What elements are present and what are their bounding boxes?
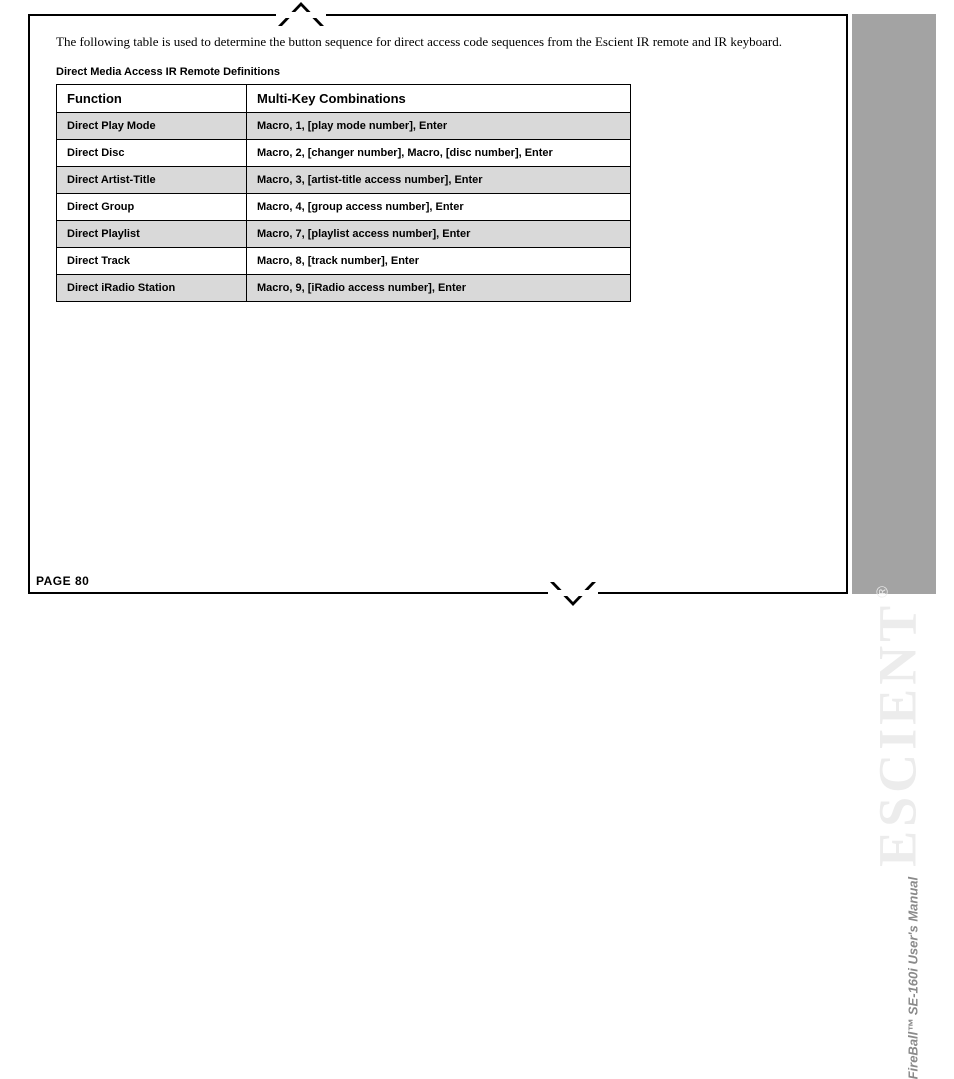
table-row: Direct iRadio Station Macro, 9, [iRadio … — [57, 275, 631, 302]
table-row: Direct Play Mode Macro, 1, [play mode nu… — [57, 113, 631, 140]
cell-combo: Macro, 9, [iRadio access number], Enter — [247, 275, 631, 302]
document-page: The following table is used to determine… — [28, 14, 848, 594]
col-combinations: Multi-Key Combinations — [247, 85, 631, 113]
table-row: Direct Disc Macro, 2, [changer number], … — [57, 140, 631, 167]
cell-combo: Macro, 7, [playlist access number], Ente… — [247, 221, 631, 248]
product-subtitle: FireBall™ SE-160i User's Manual — [905, 877, 920, 1079]
registered-icon: ® — [874, 586, 892, 598]
cell-fn: Direct Artist-Title — [57, 167, 247, 194]
cell-combo: Macro, 4, [group access number], Enter — [247, 194, 631, 221]
table-row: Direct Artist-Title Macro, 3, [artist-ti… — [57, 167, 631, 194]
table-row: Direct Playlist Macro, 7, [playlist acce… — [57, 221, 631, 248]
cell-fn: Direct iRadio Station — [57, 275, 247, 302]
intro-text: The following table is used to determine… — [56, 34, 820, 50]
top-notch — [278, 14, 324, 38]
page-content: The following table is used to determine… — [30, 16, 846, 302]
bottom-notch — [550, 570, 596, 594]
cell-fn: Direct Track — [57, 248, 247, 275]
brand-sidebar: FireBall™ SE-160i User's Manual ESCIENT … — [852, 14, 936, 594]
cell-combo: Macro, 3, [artist-title access number], … — [247, 167, 631, 194]
cell-combo: Macro, 8, [track number], Enter — [247, 248, 631, 275]
cell-combo: Macro, 1, [play mode number], Enter — [247, 113, 631, 140]
table-caption: Direct Media Access IR Remote Definition… — [56, 66, 820, 78]
cell-fn: Direct Group — [57, 194, 247, 221]
table-row: Direct Track Macro, 8, [track number], E… — [57, 248, 631, 275]
cell-combo: Macro, 2, [changer number], Macro, [disc… — [247, 140, 631, 167]
brand-logo-text: ESCIENT — [866, 602, 928, 867]
definitions-table: Function Multi-Key Combinations Direct P… — [56, 84, 631, 302]
cell-fn: Direct Playlist — [57, 221, 247, 248]
cell-fn: Direct Play Mode — [57, 113, 247, 140]
table-row: Direct Group Macro, 4, [group access num… — [57, 194, 631, 221]
cell-fn: Direct Disc — [57, 140, 247, 167]
col-function: Function — [57, 85, 247, 113]
page-number: PAGE 80 — [36, 574, 89, 588]
table-header-row: Function Multi-Key Combinations — [57, 85, 631, 113]
brand-block: FireBall™ SE-160i User's Manual ESCIENT … — [866, 580, 928, 1079]
